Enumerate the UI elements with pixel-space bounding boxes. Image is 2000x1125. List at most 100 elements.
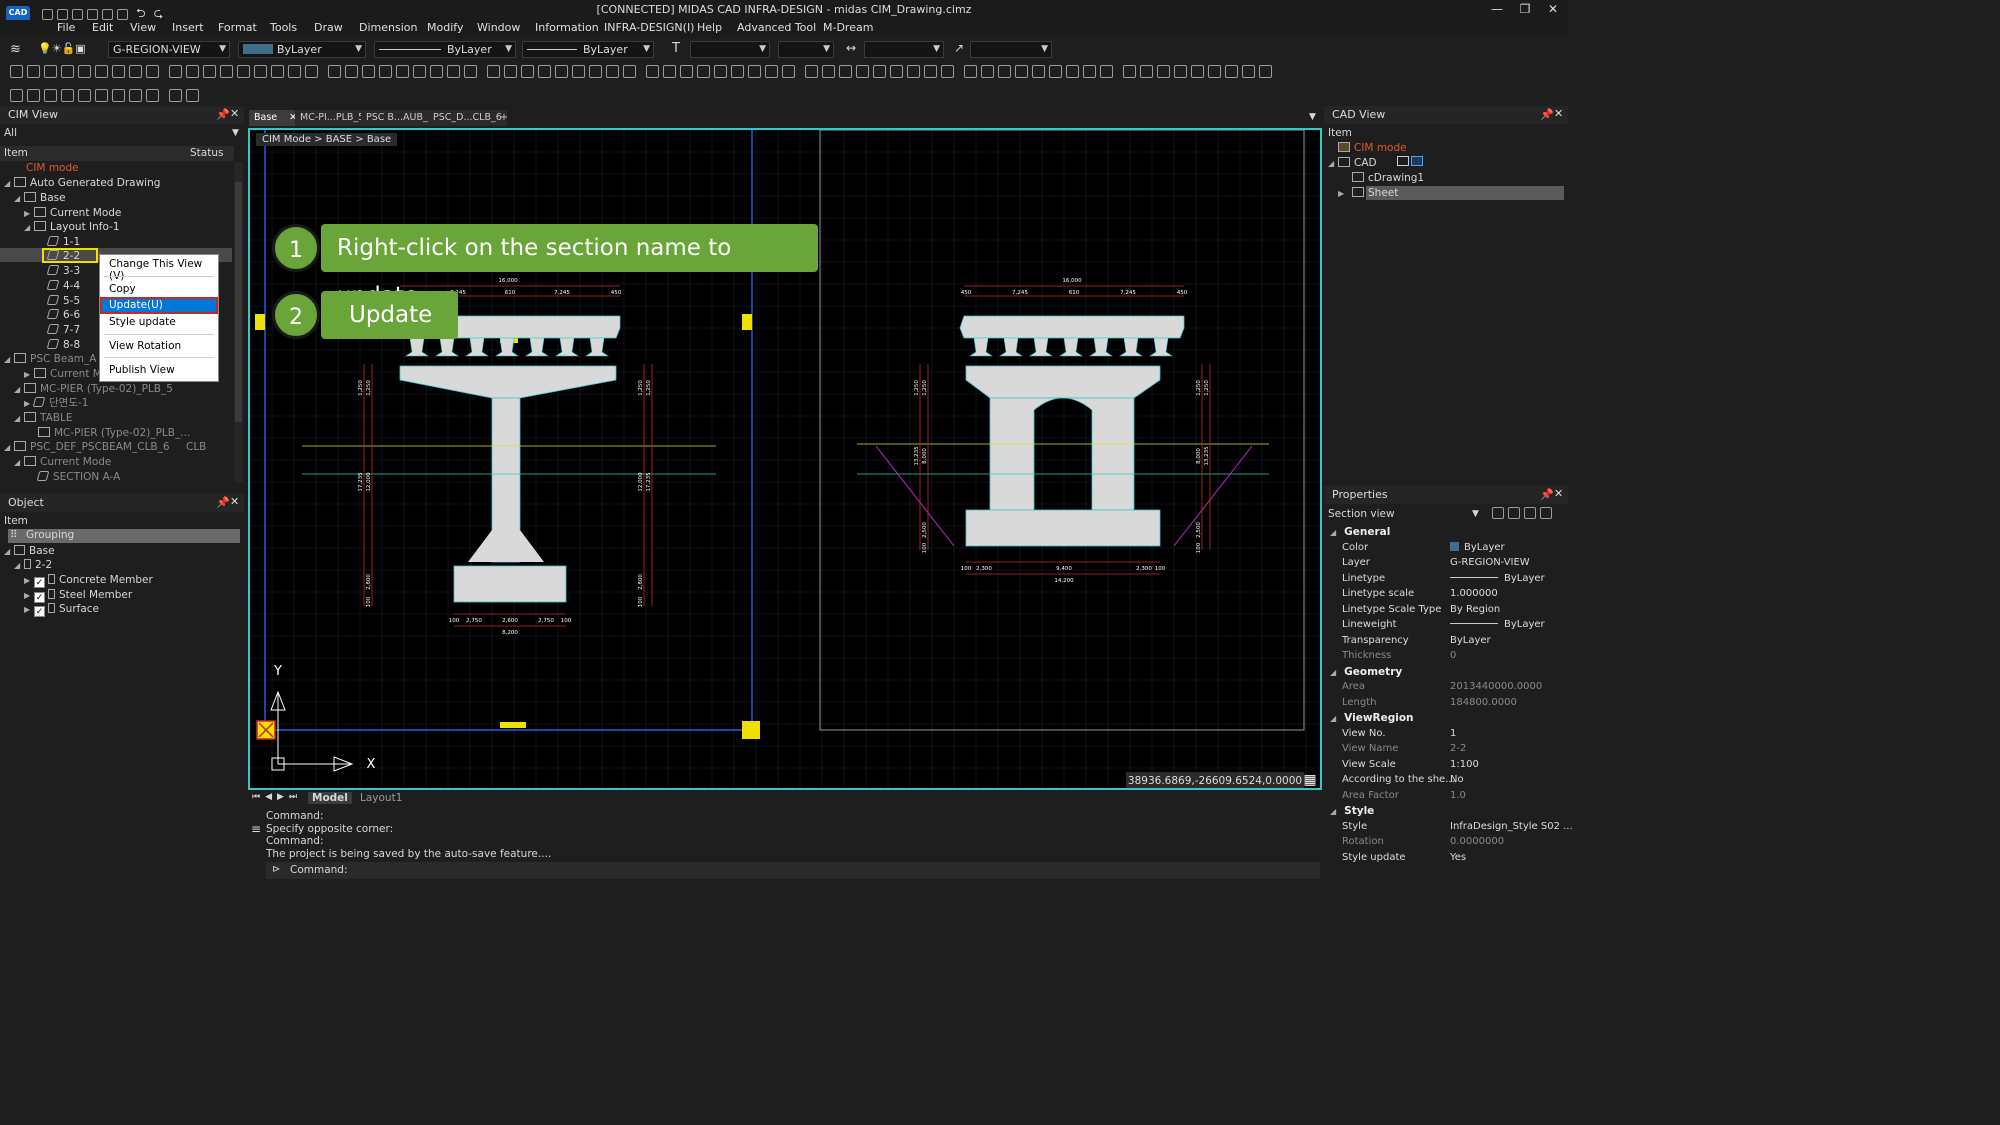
save-as-icon[interactable]: [87, 8, 98, 20]
property-row[interactable]: Layer G-REGION-VIEW: [1326, 557, 1568, 573]
checkbox[interactable]: ✓: [34, 577, 45, 588]
layer-dropdown[interactable]: G-REGION-VIEW ▼: [108, 41, 230, 58]
print-icon[interactable]: [102, 8, 113, 20]
infra-tool-icon[interactable]: [146, 65, 159, 78]
draw-tool-icon[interactable]: [95, 89, 108, 102]
cim-tree-row[interactable]: ◢ Current Mode: [14, 455, 111, 469]
menu-advanced-tool[interactable]: Advanced Tool: [737, 21, 816, 34]
cim-tree-row[interactable]: ◢ PSC Beam_A: [4, 352, 96, 366]
property-category[interactable]: ◢ Geometry: [1330, 666, 1402, 678]
menu-window[interactable]: Window: [477, 21, 520, 34]
infra-tool-icon[interactable]: [589, 65, 602, 78]
infra-tool-icon[interactable]: [186, 65, 199, 78]
infra-tool-icon[interactable]: [1015, 65, 1028, 78]
property-category[interactable]: ◢ General: [1330, 526, 1390, 538]
close-icon[interactable]: ✕: [1544, 2, 1562, 16]
infra-tool-icon[interactable]: [396, 65, 409, 78]
cim-view-scrollbar[interactable]: [234, 162, 243, 482]
infra-tool-icon[interactable]: [606, 65, 619, 78]
close-panel-icon[interactable]: ✕: [230, 107, 239, 120]
property-row[interactable]: Transparency ByLayer: [1326, 635, 1568, 651]
multileader-dropdown[interactable]: ▼: [970, 41, 1052, 58]
menu-modify[interactable]: Modify: [427, 21, 463, 34]
property-row[interactable]: Lineweight ByLayer: [1326, 619, 1568, 635]
cim-tree-row[interactable]: ◢ PSC_DEF_PSCBEAM_CLB_6 CLB: [4, 440, 206, 454]
property-row[interactable]: Rotation 0.0000000: [1326, 836, 1568, 852]
infra-tool-icon[interactable]: [1157, 65, 1170, 78]
infra-tool-icon[interactable]: [924, 65, 937, 78]
property-row[interactable]: Thickness 0: [1326, 650, 1568, 666]
infra-tool-icon[interactable]: [1242, 65, 1255, 78]
menu-publish-view[interactable]: Publish View: [109, 364, 175, 376]
draw-tool-icon[interactable]: [186, 89, 199, 102]
cim-tree-row[interactable]: ◢ MC-PIER (Type-02)_PLB_5: [14, 382, 173, 396]
menu-change-this-view[interactable]: Change This View (V): [109, 258, 218, 282]
pin-icon[interactable]: 📌: [216, 496, 230, 509]
property-row[interactable]: Length 184800.0000: [1326, 697, 1568, 713]
menu-style-update[interactable]: Style update: [109, 316, 176, 328]
tab-mc-pier[interactable]: MC-PI...PLB_5: [295, 110, 370, 126]
infra-tool-icon[interactable]: [345, 65, 358, 78]
object-steel-member[interactable]: ▶ ✓ Steel Member: [24, 588, 132, 603]
infra-tool-icon[interactable]: [1191, 65, 1204, 78]
infra-tool-icon[interactable]: [555, 65, 568, 78]
property-row[interactable]: View Scale 1:100: [1326, 759, 1568, 775]
property-row[interactable]: Linetype Scale Type By Region: [1326, 604, 1568, 620]
infra-tool-icon[interactable]: [61, 65, 74, 78]
expand-icon[interactable]: ◢: [4, 353, 14, 367]
cim-tree-row[interactable]: 7-7: [46, 323, 80, 337]
object-base[interactable]: ◢ Base: [4, 544, 55, 558]
infra-tool-icon[interactable]: [413, 65, 426, 78]
infra-tool-icon[interactable]: [78, 65, 91, 78]
cim-tree-row[interactable]: 2-2: [46, 249, 80, 263]
property-row[interactable]: According to the she... No: [1326, 774, 1568, 790]
color-dropdown[interactable]: ByLayer ▼: [238, 41, 366, 58]
infra-tool-icon[interactable]: [487, 65, 500, 78]
menu-draw[interactable]: Draw: [314, 21, 343, 34]
draw-tool-icon[interactable]: [146, 89, 159, 102]
checkbox[interactable]: ✓: [34, 606, 45, 617]
property-row[interactable]: Linetype scale 1.000000: [1326, 588, 1568, 604]
infra-tool-icon[interactable]: [288, 65, 301, 78]
infra-tool-icon[interactable]: [765, 65, 778, 78]
dim-style-icon[interactable]: ↔: [846, 41, 856, 55]
menu-view[interactable]: View: [130, 21, 156, 34]
cim-tree-row[interactable]: ◢ Base: [14, 191, 66, 205]
restore-icon[interactable]: ❐: [1516, 2, 1534, 16]
property-row[interactable]: Area Factor 1.0: [1326, 790, 1568, 806]
expand-icon[interactable]: ▶: [24, 207, 34, 221]
infra-tool-icon[interactable]: [822, 65, 835, 78]
infra-tool-icon[interactable]: [538, 65, 551, 78]
tab-layout1[interactable]: Layout1: [360, 792, 402, 804]
cim-tree-row[interactable]: 1-1: [46, 235, 80, 249]
cad-cdrawing1[interactable]: cDrawing1: [1352, 171, 1424, 185]
object-2-2[interactable]: ◢ 2-2: [14, 558, 52, 572]
infra-tool-icon[interactable]: [328, 65, 341, 78]
infra-tool-icon[interactable]: [237, 65, 250, 78]
infra-tool-icon[interactable]: [697, 65, 710, 78]
menu-file[interactable]: File: [57, 21, 75, 34]
cim-tree-row[interactable]: ◢ TABLE: [14, 411, 72, 425]
text-style-icon[interactable]: T: [672, 41, 680, 56]
property-row[interactable]: View Name 2-2: [1326, 743, 1568, 759]
text-height-dropdown[interactable]: ▼: [778, 41, 834, 58]
infra-tool-icon[interactable]: [129, 65, 142, 78]
infra-tool-icon[interactable]: [305, 65, 318, 78]
save-icon[interactable]: [72, 8, 83, 20]
open-icon[interactable]: [57, 8, 68, 20]
menu-dimension[interactable]: Dimension: [359, 21, 417, 34]
minimize-icon[interactable]: —: [1488, 2, 1506, 16]
infra-tool-icon[interactable]: [623, 65, 636, 78]
menu-copy[interactable]: Copy: [109, 283, 136, 295]
infra-tool-icon[interactable]: [680, 65, 693, 78]
object-surface[interactable]: ▶ ✓ Surface: [24, 602, 99, 617]
cad-root[interactable]: ◢ CAD: [1328, 156, 1423, 170]
cim-tree-row[interactable]: CIM mode: [26, 161, 79, 175]
draw-tool-icon[interactable]: [27, 89, 40, 102]
expand-icon[interactable]: ◢: [4, 177, 14, 191]
properties-selector[interactable]: Section view ▼: [1326, 506, 1482, 523]
dim-style-dropdown[interactable]: ▼: [864, 41, 944, 58]
grouping-row[interactable]: ⠿ Grouping: [8, 529, 240, 543]
expand-icon[interactable]: ◢: [14, 456, 24, 470]
linetype-dropdown[interactable]: ByLayer ▼: [374, 41, 516, 58]
